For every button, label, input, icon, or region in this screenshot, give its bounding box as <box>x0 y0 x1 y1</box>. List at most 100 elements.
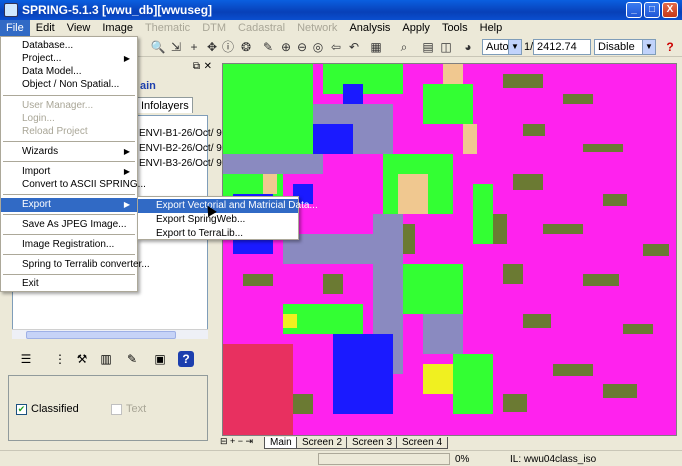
zoom-in-icon[interactable]: 🔍 <box>150 39 166 55</box>
float-icon[interactable]: ⧉ <box>193 61 200 72</box>
menu-item-export-vectorial[interactable]: Export Vectorial and Matricial Data... <box>138 199 318 213</box>
tab-main[interactable]: Main <box>264 437 298 449</box>
menu-thematic[interactable]: Thematic <box>139 20 196 37</box>
menu-file[interactable]: File <box>0 20 30 37</box>
map-canvas[interactable] <box>222 63 677 436</box>
crosshair-icon[interactable]: + <box>186 39 202 55</box>
menu-item-wizards[interactable]: Wizards ▶ <box>1 145 137 159</box>
zoom-plus-icon[interactable]: ⊕ <box>278 39 294 55</box>
zoom-window-icon[interactable]: ◎ <box>310 39 326 55</box>
window-icon[interactable]: ▣ <box>152 351 168 367</box>
help-icon[interactable]: ? <box>662 39 678 55</box>
zoom-area-icon[interactable]: ⇲ <box>168 39 184 55</box>
menu-separator <box>3 214 135 215</box>
grid-view-icon[interactable]: ▦ <box>368 39 384 55</box>
pan-icon[interactable]: ✥ <box>204 39 220 55</box>
minimize-button[interactable]: _ <box>626 2 642 18</box>
panel-close-icon[interactable]: ✕ <box>204 61 212 72</box>
menu-item-convert-ascii[interactable]: Convert to ASCII SPRING... <box>1 178 146 192</box>
menu-item-export[interactable]: Export ▶ <box>1 198 137 212</box>
export-submenu: Export Vectorial and Matricial Data... E… <box>137 196 318 241</box>
menu-separator <box>3 141 135 142</box>
menu-cadastral[interactable]: Cadastral <box>232 20 291 37</box>
app-icon <box>4 3 18 17</box>
scale-input[interactable]: 2412.74 <box>533 39 591 55</box>
table-icon[interactable]: ▤ <box>420 39 436 55</box>
cursor-info-icon[interactable]: ❂ <box>238 39 254 55</box>
close-button[interactable]: X <box>662 2 678 18</box>
menu-separator <box>3 194 135 195</box>
menu-separator <box>3 95 135 96</box>
menu-item-import[interactable]: Import ▶ <box>1 165 137 179</box>
pen-icon[interactable]: ✎ <box>124 351 140 367</box>
menu-item-object[interactable]: Object / Non Spatial... <box>1 78 137 92</box>
menu-view[interactable]: View <box>61 20 97 37</box>
display-options: ✔ Classified Text <box>8 375 208 441</box>
mode-select[interactable]: Disable ▼ <box>594 39 656 55</box>
menu-separator <box>3 274 135 275</box>
add-screen-icon[interactable]: ⊟ + − ⇥ <box>220 436 253 447</box>
domain-label: ain <box>140 80 156 92</box>
edit-pencil-icon[interactable]: ✎ <box>260 39 276 55</box>
scroll-thumb[interactable] <box>26 331 176 339</box>
help-icon[interactable]: ? <box>178 351 194 367</box>
menu-item-reload-project[interactable]: Reload Project <box>1 125 137 139</box>
menu-item-save-jpeg[interactable]: Save As JPEG Image... <box>1 218 137 232</box>
zoom-minus-icon[interactable]: ⊖ <box>294 39 310 55</box>
menu-item-database[interactable]: Database... <box>1 39 137 53</box>
menu-network[interactable]: Network <box>291 20 343 37</box>
menu-separator <box>3 234 135 235</box>
menu-item-data-model[interactable]: Data Model... <box>1 65 137 79</box>
menu-image[interactable]: Image <box>96 20 139 37</box>
tab-screen-2[interactable]: Screen 2 <box>296 437 349 449</box>
menu-item-user-manager[interactable]: User Manager... <box>1 99 137 113</box>
tab-screen-4[interactable]: Screen 4 <box>396 437 449 449</box>
maximize-button[interactable]: □ <box>644 2 660 18</box>
file-menu: Database... Project... ▶ Data Model... Ob… <box>0 36 150 292</box>
screen-tabs: ⊟ + − ⇥ Main Screen 2 Screen 3 Screen 4 <box>220 436 677 450</box>
menu-apply[interactable]: Apply <box>396 20 436 37</box>
scale-prefix: 1/ <box>524 41 534 53</box>
panel-toolbar: ☰ ⋮ ⚒ ▥ ✎ ▣ ? <box>12 351 208 369</box>
menu-item-export-springweb[interactable]: Export SpringWeb... <box>138 213 298 227</box>
info-icon[interactable]: ⓘ <box>220 39 236 55</box>
menu-item-image-registration[interactable]: Image Registration... <box>1 238 137 252</box>
menu-dtm[interactable]: DTM <box>196 20 232 37</box>
tree-item[interactable]: ENVI-B2-26/Oct/ 9 <box>139 143 222 154</box>
title-bar: SPRING-5.1.3 [wwu_db][wwuseg] _ □ X <box>0 0 682 20</box>
ruler-icon[interactable]: ◫ <box>438 39 454 55</box>
list-icon[interactable]: ☰ <box>18 351 34 367</box>
tree-item[interactable]: ENVI-B3-26/Oct/ 9 <box>139 158 222 169</box>
classified-image <box>223 64 676 435</box>
chart-icon[interactable]: ▥ <box>98 351 114 367</box>
status-bar: 0% IL: wwu04class_iso <box>0 450 682 466</box>
text-checkbox[interactable] <box>111 404 122 415</box>
zoom-mode-select[interactable]: Auto ▼ <box>482 39 522 55</box>
back-arrow-icon[interactable]: ⇦ <box>328 39 344 55</box>
tree-icon[interactable]: ⋮ <box>52 351 68 367</box>
tree-item[interactable]: ENVI-B1-26/Oct/ 9 <box>139 128 222 139</box>
window-title: SPRING-5.1.3 [wwu_db][wwuseg] <box>22 3 213 17</box>
menu-analysis[interactable]: Analysis <box>343 20 396 37</box>
menu-item-export-terralib[interactable]: Export to TerraLib... <box>138 227 298 241</box>
menu-edit[interactable]: Edit <box>30 20 61 37</box>
chevron-down-icon: ▼ <box>642 40 655 54</box>
menu-tools[interactable]: Tools <box>436 20 474 37</box>
tab-screen-3[interactable]: Screen 3 <box>346 437 399 449</box>
undo-icon[interactable]: ↶ <box>346 39 362 55</box>
tab-infolayers[interactable]: Infolayers <box>137 97 193 113</box>
menu-item-exit[interactable]: Exit <box>1 277 137 291</box>
menu-item-login[interactable]: Login... <box>1 112 137 126</box>
progress-text: 0% <box>455 454 470 465</box>
palette-icon[interactable]: ◕ <box>460 39 476 55</box>
menu-item-project[interactable]: Project... ▶ <box>1 52 137 66</box>
menu-item-terralib-converter[interactable]: Spring to Terralib converter... <box>1 258 150 272</box>
info-layer-text: IL: wwu04class_iso <box>510 454 597 465</box>
menu-help[interactable]: Help <box>474 20 509 37</box>
horizontal-scrollbar[interactable] <box>12 329 208 339</box>
submenu-arrow-icon: ▶ <box>123 147 130 156</box>
classified-checkbox[interactable]: ✔ <box>16 404 27 415</box>
tools-icon[interactable]: ⚒ <box>74 351 90 367</box>
magnifier-dropdown-icon[interactable]: ⌕ <box>396 39 412 55</box>
classified-label: Classified <box>31 403 79 415</box>
